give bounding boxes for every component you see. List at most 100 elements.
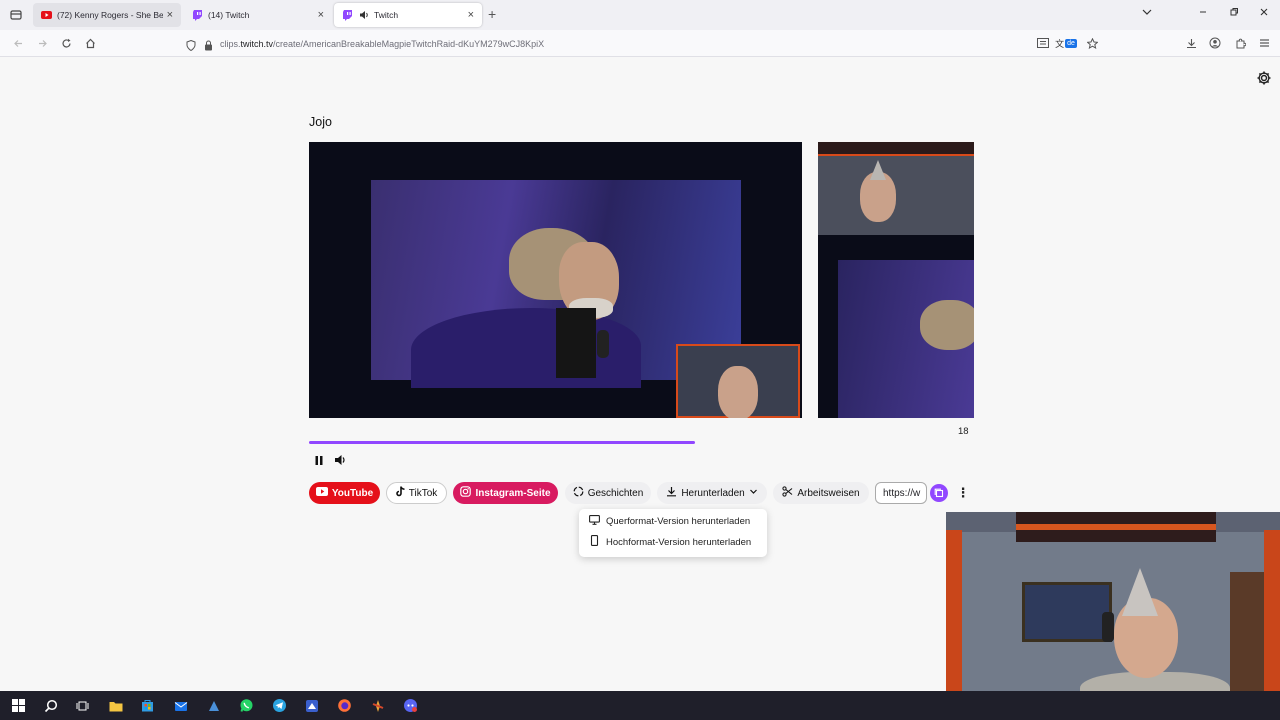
tab-title: (72) Kenny Rogers - She Believes In Me bbox=[57, 10, 163, 20]
copy-link-button[interactable] bbox=[930, 484, 948, 502]
youtube-icon bbox=[41, 10, 52, 21]
portrait-game-region bbox=[838, 260, 974, 418]
stories-icon bbox=[573, 486, 584, 500]
webcam-frame bbox=[1016, 512, 1216, 542]
webcam-frame bbox=[1264, 530, 1280, 692]
restore-icon[interactable] bbox=[1229, 6, 1239, 20]
lock-icon[interactable] bbox=[204, 38, 213, 56]
shield-icon[interactable] bbox=[186, 38, 196, 56]
store-icon[interactable] bbox=[139, 697, 156, 714]
chevron-down-icon[interactable] bbox=[1142, 6, 1152, 20]
clip-title: Jojo bbox=[309, 115, 332, 129]
telegram-icon[interactable] bbox=[271, 697, 288, 714]
twitch-icon bbox=[342, 9, 353, 21]
discord-icon[interactable] bbox=[402, 697, 419, 714]
progress-bar[interactable] bbox=[309, 441, 974, 444]
file-explorer-icon[interactable] bbox=[107, 697, 124, 714]
app-icon[interactable] bbox=[303, 697, 320, 714]
streaming-app-icon[interactable] bbox=[369, 697, 386, 714]
reader-view-icon[interactable] bbox=[1034, 34, 1052, 52]
video-content bbox=[870, 160, 886, 180]
close-tab-icon[interactable]: × bbox=[468, 9, 474, 21]
instagram-share-button[interactable]: Instagram-Seite bbox=[453, 482, 558, 504]
video-content bbox=[718, 366, 758, 418]
download-portrait-option[interactable]: Hochformat-Version herunterladen bbox=[589, 534, 751, 550]
navigation-bar: clips.twitch.tv/create/AmericanBreakable… bbox=[0, 30, 1280, 57]
progress-fill bbox=[309, 441, 695, 444]
webcam-frame bbox=[1016, 524, 1216, 530]
tab-list-icon[interactable] bbox=[6, 5, 26, 25]
volume-icon[interactable] bbox=[333, 453, 347, 467]
download-label: Herunterladen bbox=[681, 487, 745, 499]
windows-start-icon[interactable] bbox=[10, 697, 27, 714]
streamer-webcam bbox=[946, 512, 1280, 692]
close-tab-icon[interactable]: × bbox=[318, 9, 324, 21]
monitor-icon bbox=[589, 514, 600, 528]
close-window-icon[interactable] bbox=[1259, 6, 1269, 20]
video-content bbox=[818, 142, 974, 156]
clip-link-input[interactable]: https://w bbox=[875, 482, 927, 504]
download-dropdown-button[interactable]: Herunterladen bbox=[657, 482, 767, 504]
home-icon[interactable] bbox=[81, 34, 99, 52]
tiktok-icon bbox=[395, 486, 405, 500]
stories-button[interactable]: Geschichten bbox=[565, 482, 651, 504]
instagram-share-label: Instagram-Seite bbox=[475, 487, 551, 499]
twitch-icon bbox=[192, 9, 203, 21]
minimize-icon[interactable] bbox=[1198, 6, 1208, 20]
app-icon[interactable] bbox=[205, 697, 222, 714]
portrait-webcam-region bbox=[818, 142, 974, 235]
tab-twitch-active[interactable]: Twitch × bbox=[334, 3, 482, 27]
tab-twitch-1[interactable]: (14) Twitch × bbox=[184, 3, 332, 27]
bookmark-star-icon[interactable] bbox=[1083, 34, 1101, 52]
speaker-icon[interactable] bbox=[358, 10, 369, 21]
video-content bbox=[556, 308, 596, 378]
download-landscape-option[interactable]: Querformat-Version herunterladen bbox=[589, 513, 750, 529]
tab-title: Twitch bbox=[374, 10, 399, 20]
download-dropdown-menu: Querformat-Version herunterladen Hochfor… bbox=[579, 509, 767, 557]
firefox-icon[interactable] bbox=[336, 697, 353, 714]
workflows-label: Arbeitsweisen bbox=[797, 487, 860, 499]
translate-icon[interactable]: 文 de bbox=[1052, 34, 1080, 52]
back-icon[interactable] bbox=[9, 34, 27, 52]
new-tab-icon[interactable]: + bbox=[488, 6, 496, 22]
tab-youtube[interactable]: (72) Kenny Rogers - She Believes In Me × bbox=[33, 3, 181, 27]
landscape-video-preview[interactable] bbox=[309, 142, 802, 418]
whatsapp-icon[interactable] bbox=[238, 697, 255, 714]
youtube-share-button[interactable]: YouTube bbox=[309, 482, 380, 504]
mail-icon[interactable] bbox=[172, 697, 189, 714]
pause-button[interactable] bbox=[312, 453, 326, 467]
settings-gear-icon[interactable] bbox=[1256, 70, 1272, 86]
workflows-button[interactable]: Arbeitsweisen bbox=[773, 482, 869, 504]
youtube-share-label: YouTube bbox=[331, 487, 374, 499]
video-content bbox=[920, 300, 974, 350]
webcam-frame bbox=[946, 530, 962, 692]
tab-bar: (72) Kenny Rogers - She Believes In Me ×… bbox=[0, 0, 1280, 30]
download-icon[interactable] bbox=[1182, 34, 1200, 52]
phone-icon bbox=[589, 535, 600, 549]
search-icon[interactable] bbox=[42, 697, 59, 714]
menu-icon[interactable] bbox=[1255, 34, 1273, 52]
portrait-video-preview[interactable] bbox=[818, 142, 974, 418]
more-options-icon[interactable]: ⋮ bbox=[955, 484, 971, 502]
webcam-content bbox=[1122, 568, 1158, 616]
taskbar bbox=[0, 691, 1280, 720]
task-view-icon[interactable] bbox=[74, 697, 91, 714]
reload-icon[interactable] bbox=[57, 34, 75, 52]
clip-counter: 18 bbox=[958, 426, 969, 437]
account-icon[interactable] bbox=[1206, 34, 1224, 52]
tiktok-share-label: TikTok bbox=[408, 487, 438, 499]
forward-icon[interactable] bbox=[33, 34, 51, 52]
tiktok-share-button[interactable]: TikTok bbox=[386, 482, 447, 504]
instagram-icon bbox=[460, 486, 472, 500]
webcam-content bbox=[1102, 612, 1114, 642]
scissors-icon bbox=[782, 486, 793, 500]
download-portrait-label: Hochformat-Version herunterladen bbox=[606, 536, 752, 548]
address-bar[interactable]: clips.twitch.tv/create/AmericanBreakable… bbox=[180, 33, 1105, 54]
youtube-icon bbox=[315, 487, 328, 499]
stories-label: Geschichten bbox=[587, 487, 644, 499]
extensions-icon[interactable] bbox=[1231, 34, 1249, 52]
tab-title: (14) Twitch bbox=[208, 10, 250, 20]
close-tab-icon[interactable]: × bbox=[167, 9, 173, 21]
webcam-content bbox=[1022, 582, 1112, 642]
chevron-down-icon bbox=[749, 487, 758, 499]
